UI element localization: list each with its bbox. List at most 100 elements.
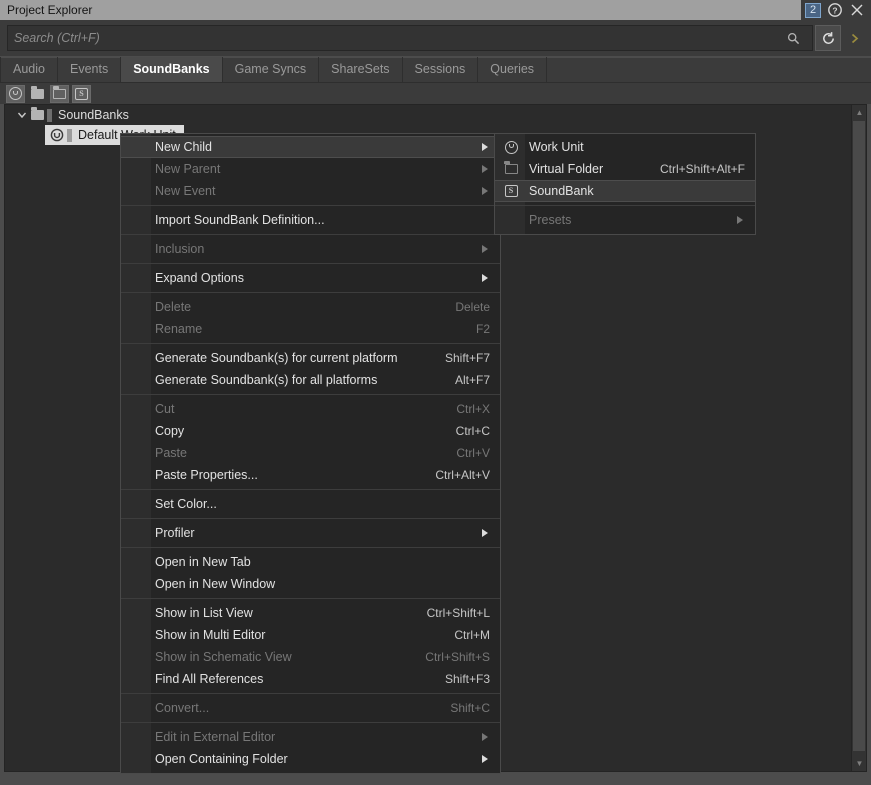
node-color-bar (47, 108, 52, 122)
menu-item-label: Find All References (155, 672, 264, 686)
menu-separator (121, 234, 500, 235)
menu-separator (121, 489, 500, 490)
reset-search-button[interactable] (815, 25, 841, 51)
menu-item-profiler[interactable]: Profiler (121, 522, 500, 544)
menu-separator (495, 205, 755, 206)
chevron-right-icon (480, 273, 490, 283)
tree-item-soundbanks[interactable]: SoundBanks (5, 105, 866, 125)
menu-item-set-color[interactable]: Set Color... (121, 493, 500, 515)
menu-item-label: Open in New Tab (155, 555, 251, 569)
menu-item-convert: Convert... Shift+C (121, 697, 500, 719)
chevron-right-icon (480, 186, 490, 196)
chevron-right-icon (735, 215, 745, 225)
folder-icon (29, 107, 45, 122)
menu-separator (121, 693, 500, 694)
next-result-button[interactable] (841, 25, 867, 51)
search-icon[interactable] (780, 25, 806, 51)
search-field[interactable] (7, 25, 813, 51)
menu-separator (121, 722, 500, 723)
menu-separator (121, 598, 500, 599)
menu-item-label: Generate Soundbank(s) for current platfo… (155, 351, 398, 365)
submenu-item-soundbank[interactable]: S SoundBank (495, 180, 755, 202)
menu-item-label: Copy (155, 424, 185, 438)
menu-item-label: Paste (155, 446, 187, 460)
menu-item-shortcut: Ctrl+Shift+L (426, 606, 490, 620)
menu-item-label: Show in Schematic View (155, 650, 292, 664)
menu-item-delete: Delete Delete (121, 296, 500, 318)
new-folder-icon[interactable] (28, 85, 47, 103)
menu-item-open-containing-folder[interactable]: Open Containing Folder (121, 748, 500, 770)
menu-item-open-in-new-window[interactable]: Open in New Window (121, 573, 500, 595)
scroll-down-icon[interactable]: ▼ (852, 756, 866, 771)
menu-item-shortcut: Ctrl+C (455, 424, 490, 438)
menu-item-rename: Rename F2 (121, 318, 500, 340)
window-title: Project Explorer (7, 3, 93, 17)
tab-game-syncs[interactable]: Game Syncs (223, 57, 320, 82)
menu-item-copy[interactable]: Copy Ctrl+C (121, 420, 500, 442)
menu-item-new-event: New Event (121, 180, 500, 202)
submenu-item-virtual-folder[interactable]: Virtual Folder Ctrl+Shift+Alt+F (495, 158, 755, 180)
menu-item-label: Show in Multi Editor (155, 628, 266, 642)
menu-item-expand-options[interactable]: Expand Options (121, 267, 500, 289)
menu-separator (121, 394, 500, 395)
tab-events[interactable]: Events (58, 57, 122, 82)
menu-item-show-in-multi-editor[interactable]: Show in Multi Editor Ctrl+M (121, 624, 500, 646)
menu-item-shortcut: Ctrl+Shift+Alt+F (659, 162, 745, 176)
menu-item-shortcut: Delete (455, 300, 490, 314)
scroll-up-icon[interactable]: ▲ (852, 105, 866, 120)
menu-item-label: Rename (155, 322, 203, 336)
menu-item-import-soundbank-definition[interactable]: Import SoundBank Definition... (121, 209, 500, 231)
menu-item-show-in-schematic-view: Show in Schematic View Ctrl+Shift+S (121, 646, 500, 668)
new-work-unit-icon[interactable] (6, 84, 25, 103)
search-toolbar (0, 20, 871, 56)
soundbank-icon: S (501, 183, 521, 199)
menu-item-shortcut: F2 (475, 322, 490, 336)
tab-sessions[interactable]: Sessions (403, 57, 479, 82)
close-icon[interactable] (849, 2, 865, 18)
menu-item-shortcut: Shift+F7 (444, 351, 490, 365)
menu-item-label: Inclusion (155, 242, 205, 256)
menu-item-find-all-references[interactable]: Find All References Shift+F3 (121, 668, 500, 690)
menu-item-new-child[interactable]: New Child (121, 136, 500, 158)
tree-vertical-scrollbar[interactable]: ▲ ▼ (851, 105, 866, 771)
tree-item-label: SoundBanks (58, 108, 129, 122)
menu-item-shortcut: Ctrl+X (456, 402, 490, 416)
tab-sharesets[interactable]: ShareSets (319, 57, 403, 82)
menu-item-label: New Child (155, 140, 212, 154)
scrollbar-thumb[interactable] (853, 121, 865, 751)
create-toolbar: S (0, 83, 871, 104)
tab-queries[interactable]: Queries (478, 57, 548, 82)
menu-item-edit-in-external-editor: Edit in External Editor (121, 726, 500, 748)
search-input[interactable] (14, 31, 780, 45)
menu-item-shortcut: Shift+F3 (444, 672, 490, 686)
menu-item-open-in-new-tab[interactable]: Open in New Tab (121, 551, 500, 573)
menu-item-label: Import SoundBank Definition... (155, 213, 325, 227)
menu-item-label: Show in List View (155, 606, 253, 620)
work-unit-icon (49, 128, 65, 142)
help-icon[interactable]: ? (827, 2, 843, 18)
menu-item-cut: Cut Ctrl+X (121, 398, 500, 420)
submenu-item-presets: Presets (495, 209, 755, 231)
chevron-right-icon (480, 244, 490, 254)
new-virtual-folder-icon[interactable] (50, 84, 69, 103)
chevron-down-icon[interactable] (15, 108, 29, 122)
menu-item-shortcut: Ctrl+Alt+V (435, 468, 490, 482)
submenu-item-work-unit[interactable]: Work Unit (495, 136, 755, 158)
chevron-right-icon (480, 164, 490, 174)
menu-item-show-in-list-view[interactable]: Show in List View Ctrl+Shift+L (121, 602, 500, 624)
menu-item-generate-soundbank-s-for-all-platforms[interactable]: Generate Soundbank(s) for all platforms A… (121, 369, 500, 391)
menu-item-generate-soundbank-s-for-current-platform[interactable]: Generate Soundbank(s) for current platfo… (121, 347, 500, 369)
notification-count-badge[interactable]: 2 (805, 2, 821, 18)
tab-soundbanks[interactable]: SoundBanks (121, 57, 223, 82)
menu-separator (121, 518, 500, 519)
menu-item-paste-properties[interactable]: Paste Properties... Ctrl+Alt+V (121, 464, 500, 486)
menu-item-label: Presets (529, 213, 572, 227)
new-soundbank-icon[interactable]: S (72, 84, 91, 103)
menu-item-new-parent: New Parent (121, 158, 500, 180)
menu-item-label: Set Color... (155, 497, 217, 511)
chevron-right-icon (480, 528, 490, 538)
menu-item-shortcut: Ctrl+Shift+S (425, 650, 490, 664)
tab-audio[interactable]: Audio (0, 57, 58, 82)
menu-separator (121, 343, 500, 344)
menu-item-shortcut: Shift+C (450, 701, 490, 715)
